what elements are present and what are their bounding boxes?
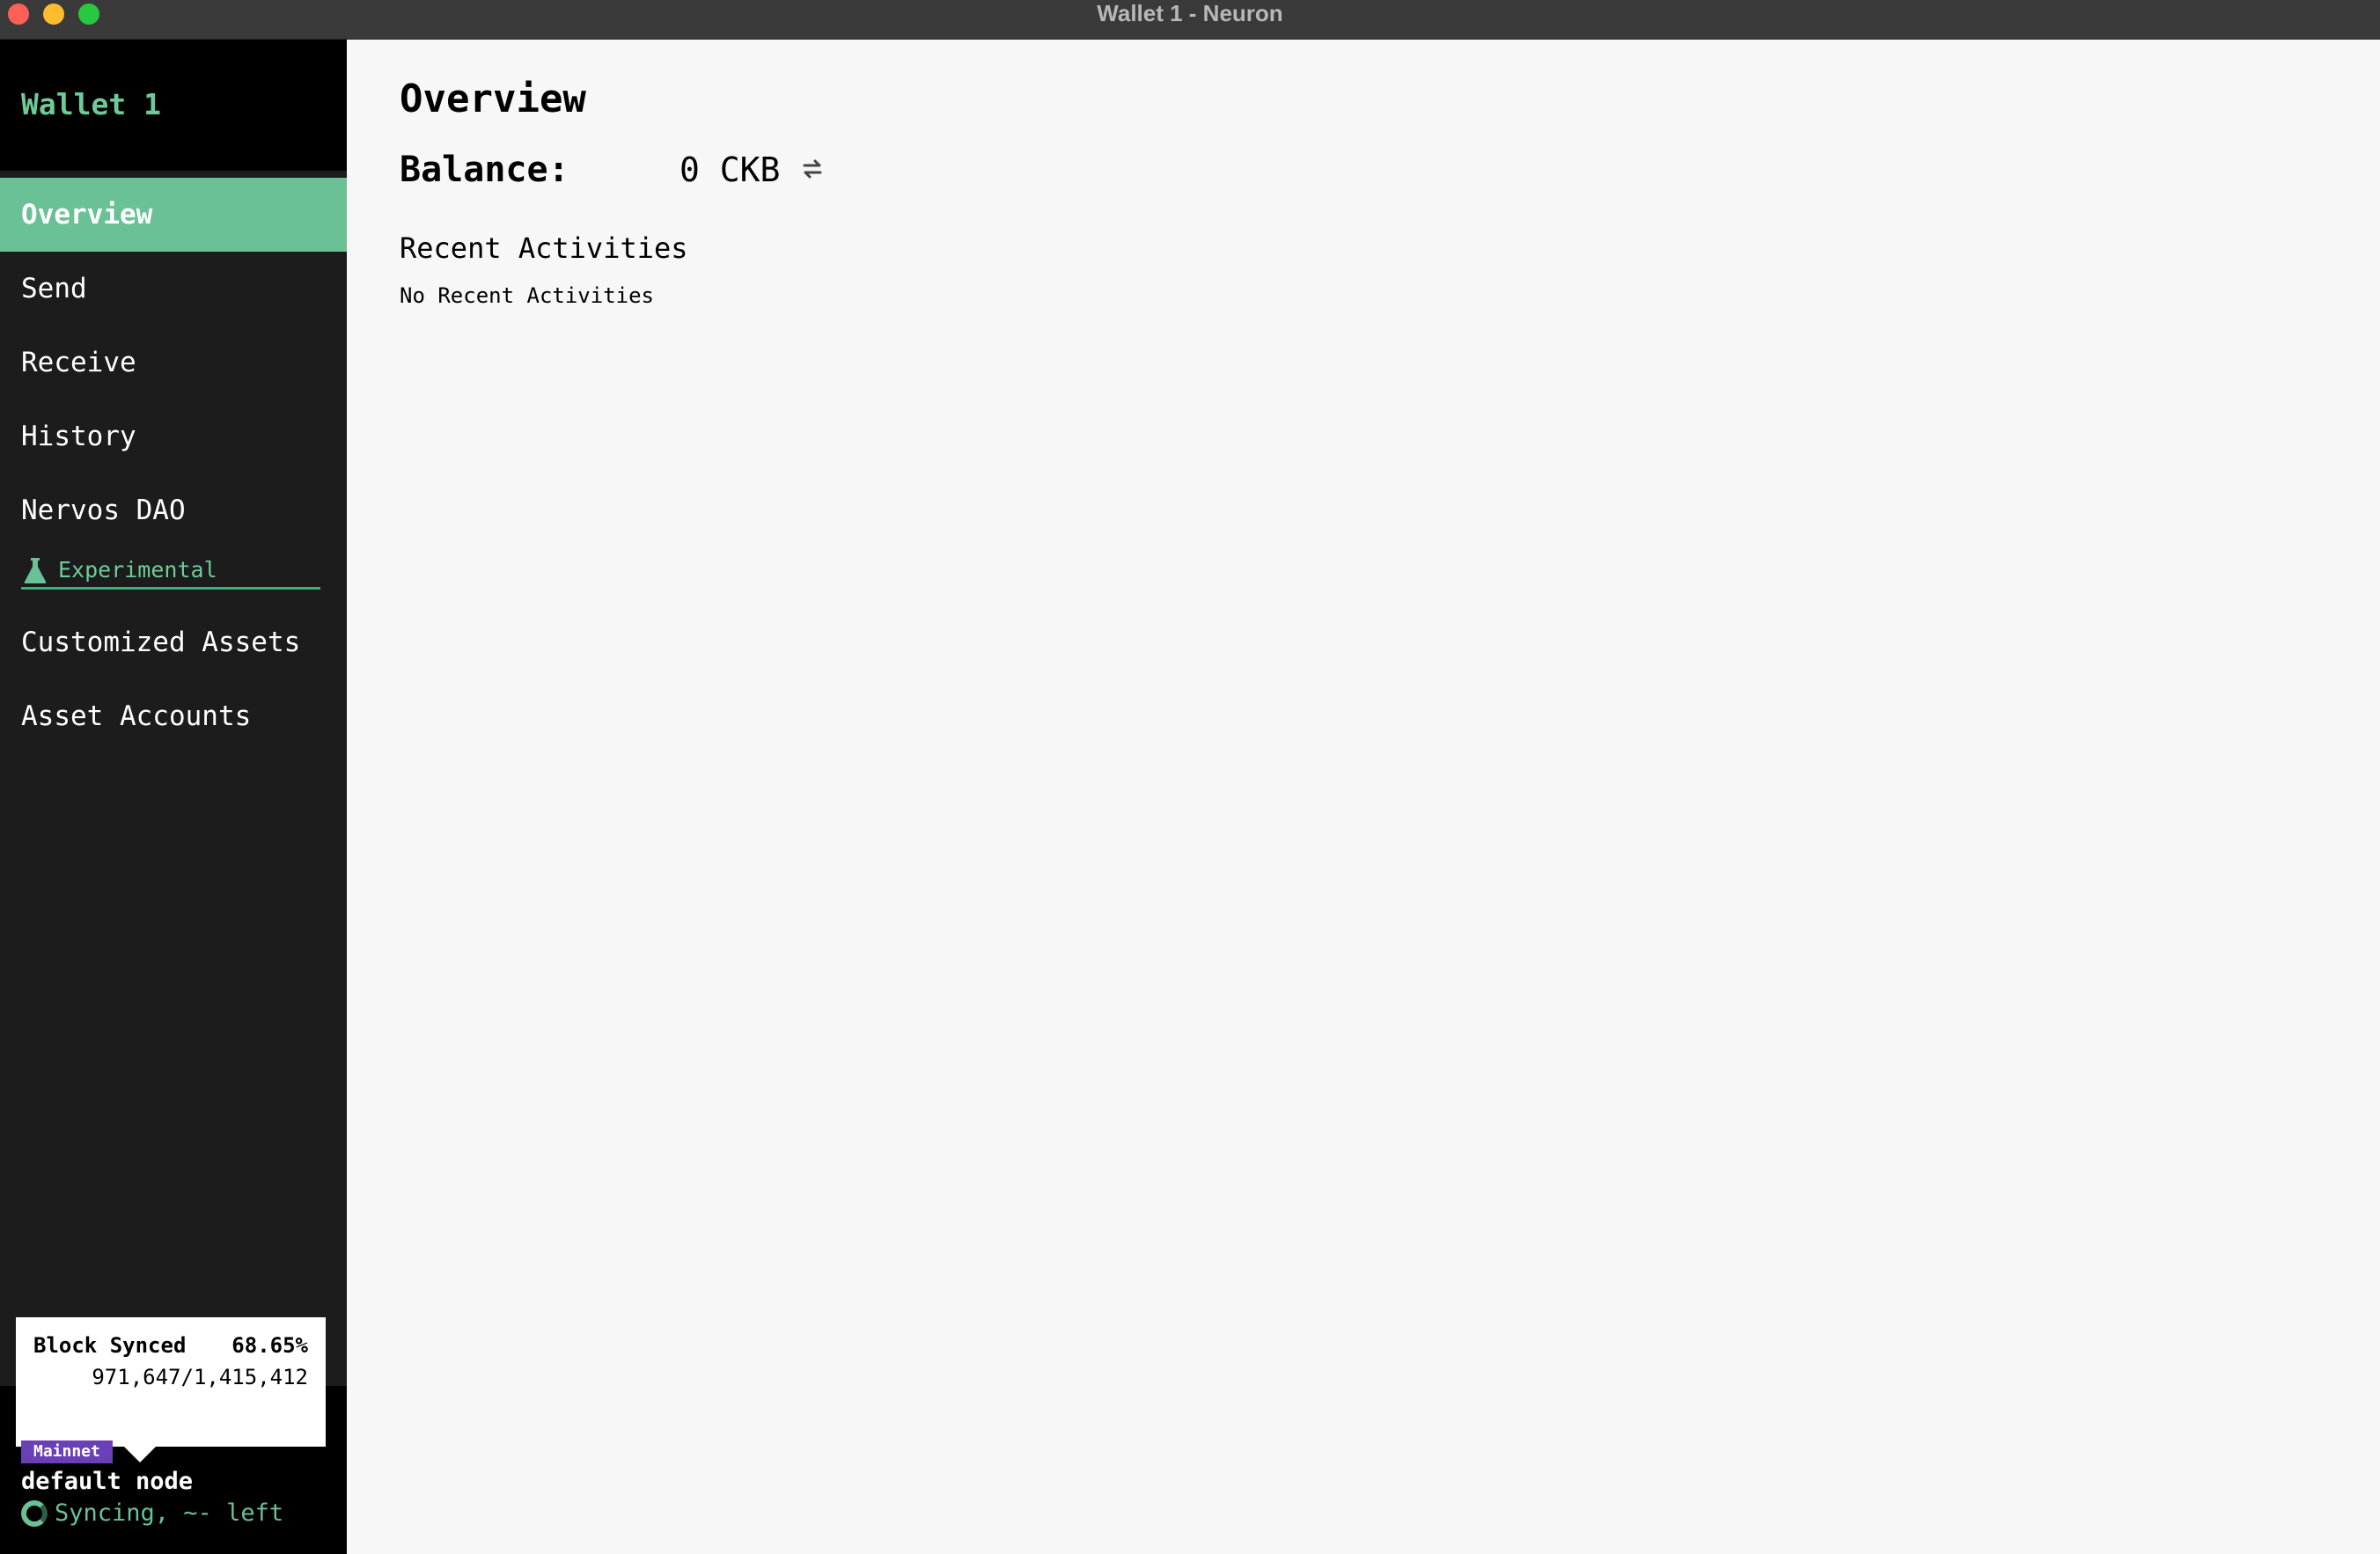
sync-percent: 68.65% [231,1333,308,1358]
nav-item-nervos-dao[interactable]: Nervos DAO [0,473,347,547]
nav-item-receive[interactable]: Receive [0,326,347,399]
balance-label: Balance: [400,150,569,190]
sync-status[interactable]: Syncing, ~- left [55,1499,283,1527]
sync-tooltip: Block Synced 68.65% 971,647/1,415,412 [16,1317,326,1447]
nav-item-send[interactable]: Send [0,252,347,326]
refresh-icon[interactable] [799,156,826,182]
nav-item-customized-assets[interactable]: Customized Assets [0,605,347,679]
nav-item-overview[interactable]: Overview [0,178,347,252]
sidebar: Wallet 1 Overview Send Receive History N… [0,40,347,1554]
recent-activities-empty: No Recent Activities [400,283,654,308]
experimental-section-header: Experimental [21,554,320,590]
window-title: Wallet 1 - Neuron [1097,0,1283,26]
nav-item-history[interactable]: History [0,399,347,473]
balance-value: 0 CKB [679,150,781,189]
recent-activities-title: Recent Activities [400,231,688,265]
wallet-header: Wallet 1 [0,40,347,171]
wallet-name[interactable]: Wallet 1 [21,87,161,121]
main-content: Overview Balance: 0 CKB Recent Activitie… [347,40,2380,1554]
node-name[interactable]: default node [21,1468,193,1495]
flask-icon [24,558,47,583]
experimental-label: Experimental [58,557,217,583]
sync-tooltip-title: Block Synced [33,1333,187,1358]
sync-block-count: 971,647/1,415,412 [92,1365,308,1389]
sync-progress-icon[interactable] [21,1500,48,1527]
network-badge: Mainnet [21,1440,113,1463]
page-title: Overview [400,77,586,121]
sync-tooltip-arrow [124,1447,156,1462]
window-titlebar: Wallet 1 - Neuron [0,0,2380,40]
nav-item-asset-accounts[interactable]: Asset Accounts [0,679,347,753]
